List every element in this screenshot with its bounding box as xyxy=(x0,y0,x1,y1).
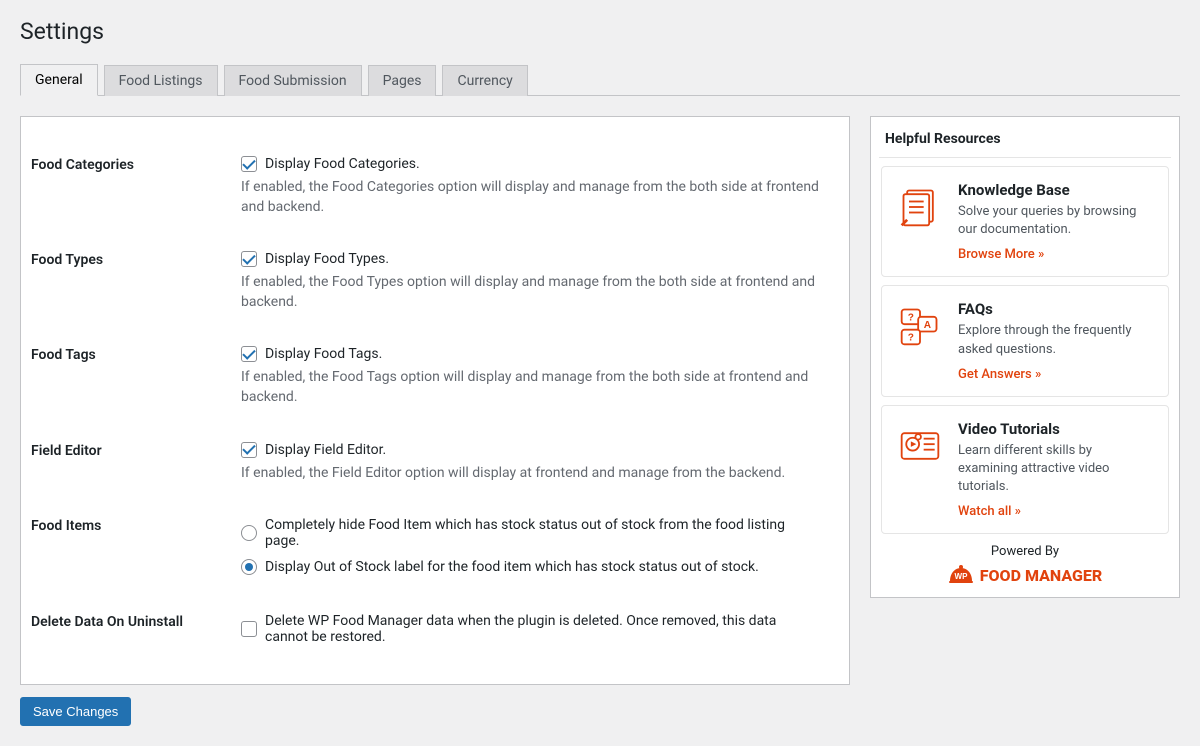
desc-food-categories: If enabled, the Food Categories option w… xyxy=(241,178,819,217)
svg-text:?: ? xyxy=(908,333,914,344)
brand-text: FOOD MANAGER xyxy=(980,566,1102,585)
tab-general[interactable]: General xyxy=(20,64,98,96)
checkbox-food-types[interactable] xyxy=(241,251,257,267)
radio-food-items-hide[interactable] xyxy=(241,525,257,541)
vid-desc: Learn different skills by examining attr… xyxy=(958,442,1154,497)
row-label-food-categories: Food Categories xyxy=(31,137,231,232)
option-text-delete-data: Delete WP Food Manager data when the plu… xyxy=(265,613,819,645)
brand-logo: WP FOOD MANAGER xyxy=(879,565,1171,585)
powered-by: Powered By WP FOOD MANAGER xyxy=(879,544,1171,585)
sidebar: Helpful Resources Knowledge B xyxy=(870,116,1180,685)
svg-text:?: ? xyxy=(908,313,914,324)
desc-food-types: If enabled, the Food Types option will d… xyxy=(241,273,819,312)
row-label-delete-data: Delete Data On Uninstall xyxy=(31,594,231,664)
checkbox-food-categories[interactable] xyxy=(241,156,257,172)
faq-icon: ? A ? xyxy=(896,300,944,381)
tab-pages[interactable]: Pages xyxy=(368,65,437,96)
card-video-tutorials: Video Tutorials Learn different skills b… xyxy=(881,405,1169,535)
tab-currency[interactable]: Currency xyxy=(442,65,527,96)
vid-title: Video Tutorials xyxy=(958,420,1154,438)
radio-food-items-label[interactable] xyxy=(241,559,257,575)
tab-food-submission[interactable]: Food Submission xyxy=(224,65,362,96)
option-text-food-types: Display Food Types. xyxy=(265,251,389,267)
card-faqs: ? A ? FAQs Explore through the frequentl… xyxy=(881,285,1169,396)
faq-link[interactable]: Get Answers » xyxy=(958,367,1041,382)
kb-desc: Solve your queries by browsing our docum… xyxy=(958,203,1154,239)
svg-text:WP: WP xyxy=(954,572,968,581)
tab-food-listings[interactable]: Food Listings xyxy=(104,65,218,96)
powered-label: Powered By xyxy=(879,544,1171,559)
video-icon xyxy=(896,420,944,520)
option-text-food-categories: Display Food Categories. xyxy=(265,156,420,172)
save-button[interactable]: Save Changes xyxy=(20,697,131,726)
faq-desc: Explore through the frequently asked que… xyxy=(958,322,1154,358)
option-text-food-items-hide: Completely hide Food Item which has stoc… xyxy=(265,517,819,549)
option-text-food-tags: Display Food Tags. xyxy=(265,346,382,362)
checkbox-food-tags[interactable] xyxy=(241,346,257,362)
checkbox-delete-data[interactable] xyxy=(241,621,257,637)
kb-link[interactable]: Browse More » xyxy=(958,247,1044,262)
desc-field-editor: If enabled, the Field Editor option will… xyxy=(241,464,819,484)
desc-food-tags: If enabled, the Food Tags option will di… xyxy=(241,368,819,407)
checkbox-field-editor[interactable] xyxy=(241,442,257,458)
row-label-field-editor: Field Editor xyxy=(31,423,231,499)
sidebar-heading: Helpful Resources xyxy=(879,125,1171,158)
kb-title: Knowledge Base xyxy=(958,181,1154,199)
card-knowledge-base: Knowledge Base Solve your queries by bro… xyxy=(881,166,1169,277)
row-label-food-items: Food Items xyxy=(31,498,231,594)
faq-title: FAQs xyxy=(958,300,1154,318)
svg-text:A: A xyxy=(924,320,932,331)
document-icon xyxy=(896,181,944,262)
option-text-field-editor: Display Field Editor. xyxy=(265,442,386,458)
vid-link[interactable]: Watch all » xyxy=(958,504,1021,519)
settings-tabs: General Food Listings Food Submission Pa… xyxy=(20,63,1180,96)
row-label-food-tags: Food Tags xyxy=(31,327,231,422)
row-label-food-types: Food Types xyxy=(31,232,231,327)
page-title: Settings xyxy=(20,18,1180,45)
settings-panel: Food Categories Display Food Categories.… xyxy=(20,116,850,685)
option-text-food-items-label: Display Out of Stock label for the food … xyxy=(265,559,759,575)
cloche-icon: WP xyxy=(948,565,974,585)
